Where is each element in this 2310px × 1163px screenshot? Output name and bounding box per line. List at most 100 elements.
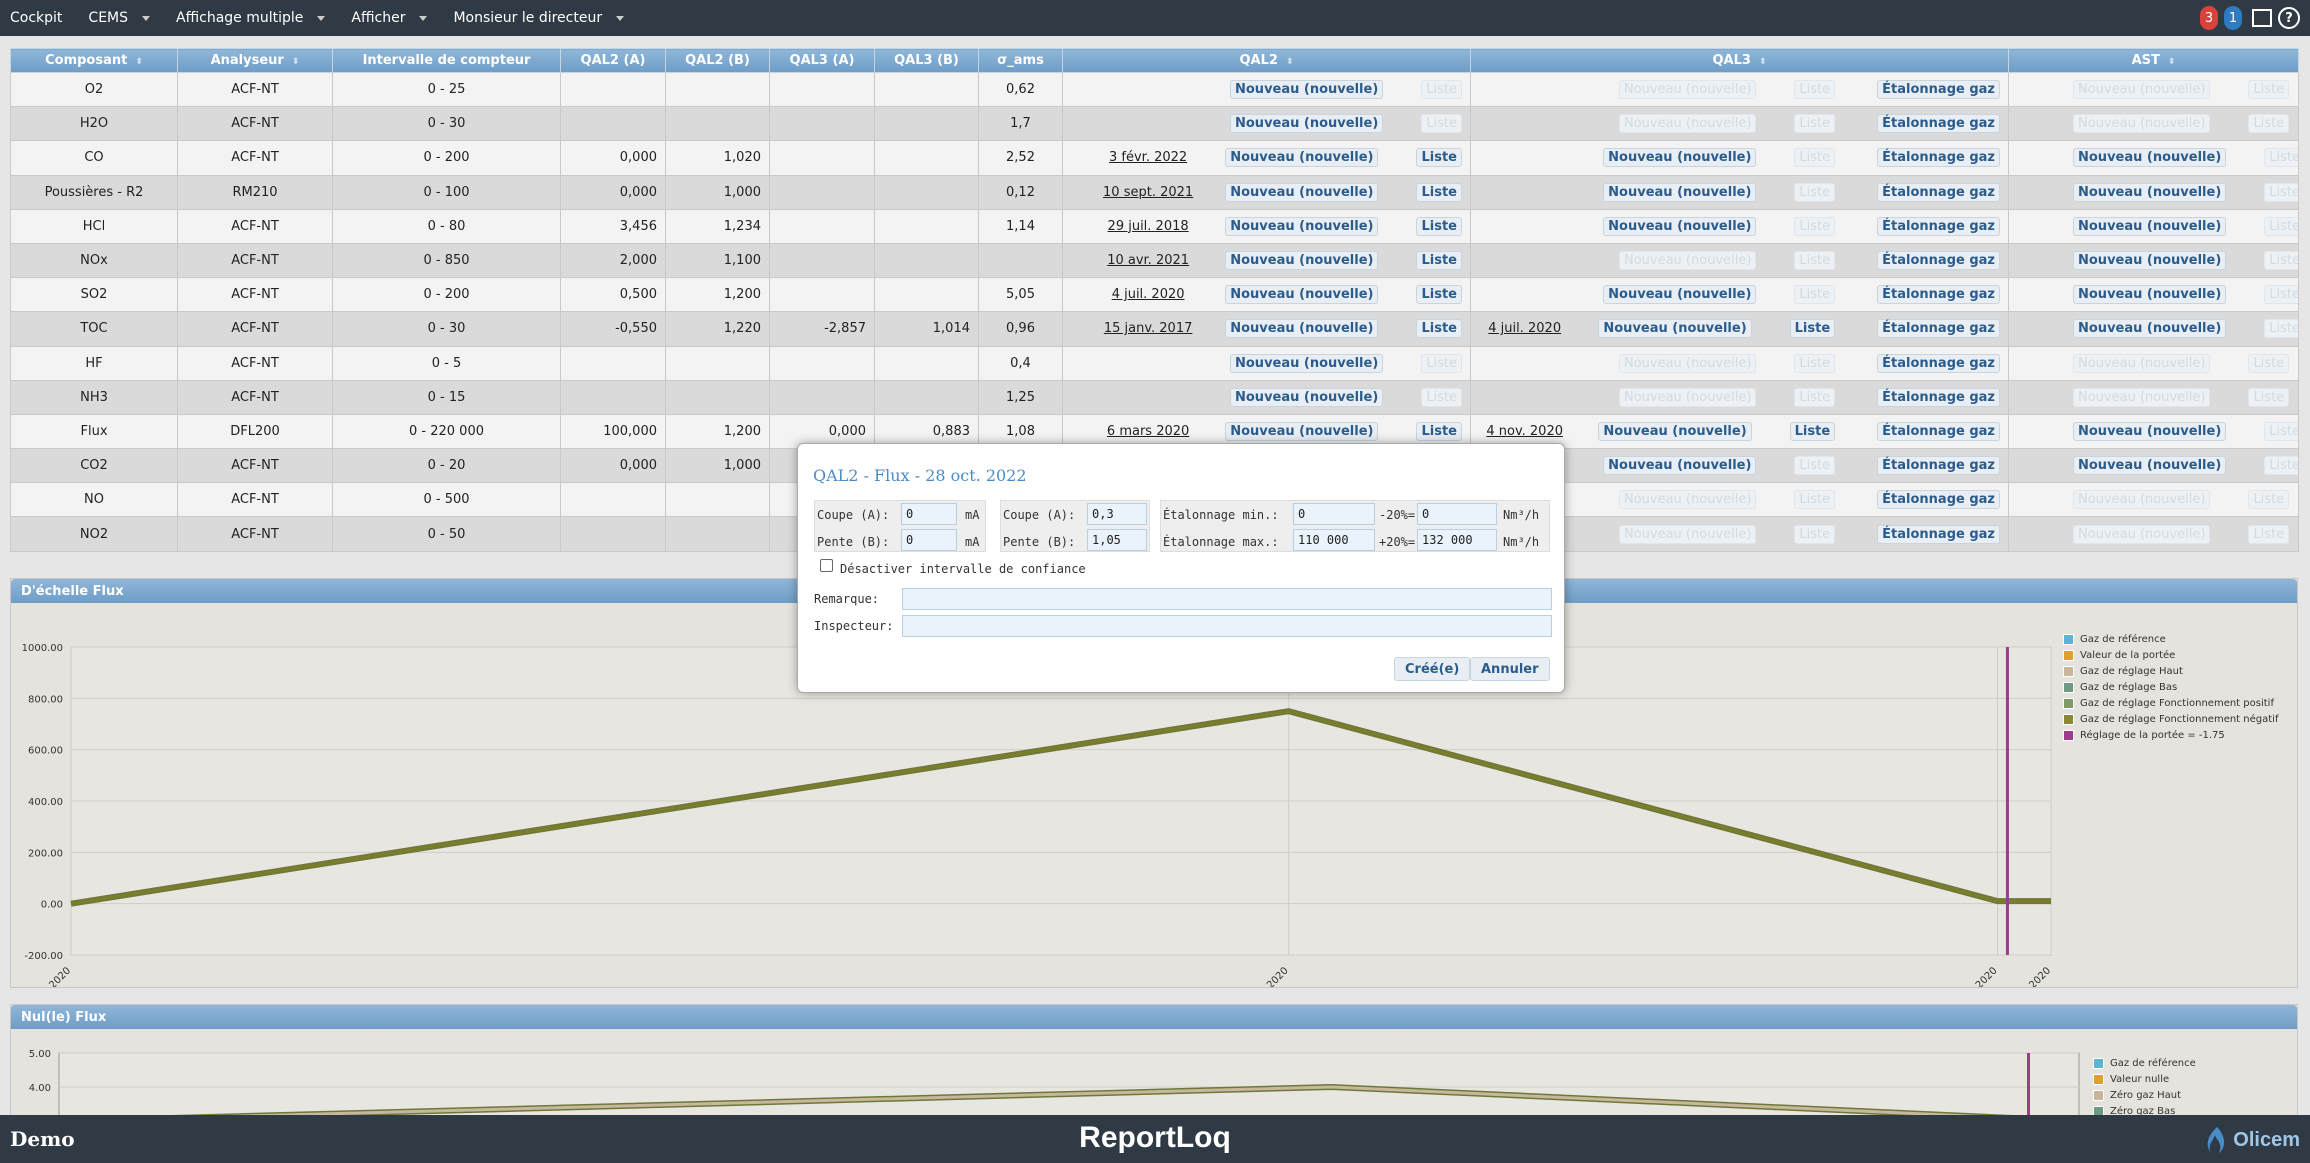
gas-calibration-button[interactable]: Étalonnage gaz	[1877, 182, 2000, 202]
qal2-list-button[interactable]: Liste	[1416, 251, 1462, 271]
qal2-new-button[interactable]: Nouveau (nouvelle)	[1230, 114, 1384, 134]
qal3-date-link[interactable]: 4 nov. 2020	[1479, 424, 1570, 439]
legend-item[interactable]: Valeur nulle	[2093, 1071, 2196, 1087]
ast-new-button[interactable]: Nouveau (nouvelle)	[2073, 319, 2227, 339]
qal3-new-button[interactable]: Nouveau (nouvelle)	[1603, 285, 1757, 305]
legend-item[interactable]: Valeur de la portée	[2063, 647, 2278, 663]
ast-new-button[interactable]: Nouveau (nouvelle)	[2073, 216, 2227, 236]
gas-calibration-button[interactable]: Étalonnage gaz	[1877, 216, 2000, 236]
col-ast[interactable]: AST ⬍	[2008, 48, 2299, 73]
qal2-new-button[interactable]: Nouveau (nouvelle)	[1225, 216, 1379, 236]
qal2-list-button[interactable]: Liste	[1416, 148, 1462, 168]
qal3-new-button[interactable]: Nouveau (nouvelle)	[1598, 319, 1752, 339]
inspector-input[interactable]	[902, 615, 1552, 637]
qal2-date-link[interactable]: 15 janv. 2017	[1071, 321, 1225, 336]
legend-item[interactable]: Gaz de référence	[2093, 1055, 2196, 1071]
gas-calibration-button[interactable]: Étalonnage gaz	[1877, 285, 2000, 305]
qal2-date-link[interactable]: 10 avr. 2021	[1071, 253, 1225, 268]
gas-calibration-button[interactable]: Étalonnage gaz	[1877, 114, 2000, 134]
qal2-date-link[interactable]: 6 mars 2020	[1071, 424, 1225, 439]
help-icon[interactable]: ?	[2278, 7, 2300, 29]
etal-max-input[interactable]: 110 000	[1293, 529, 1375, 551]
qal2-new-button[interactable]: Nouveau (nouvelle)	[1225, 421, 1379, 441]
ast-new-button[interactable]: Nouveau (nouvelle)	[2073, 456, 2227, 476]
pente-b-input-1[interactable]: 0	[901, 529, 957, 551]
qal2-new-button[interactable]: Nouveau (nouvelle)	[1225, 182, 1379, 202]
cancel-button[interactable]: Annuler	[1470, 657, 1550, 681]
qal2-date-link[interactable]: 4 juil. 2020	[1071, 287, 1225, 302]
qal3-date-link[interactable]: 4 juil. 2020	[1479, 321, 1570, 336]
legend-label: Valeur de la portée	[2080, 649, 2176, 661]
qal3-new-button[interactable]: Nouveau (nouvelle)	[1603, 182, 1757, 202]
qal2-list-button[interactable]: Liste	[1416, 285, 1462, 305]
qal3-new-button[interactable]: Nouveau (nouvelle)	[1603, 456, 1757, 476]
qal3-new-button[interactable]: Nouveau (nouvelle)	[1603, 216, 1757, 236]
coupe-a-input-1[interactable]: 0	[901, 503, 957, 525]
notification-badge-blue[interactable]: 1	[2224, 6, 2242, 30]
qal2-list-button[interactable]: Liste	[1416, 182, 1462, 202]
legend-item[interactable]: Gaz de référence	[2063, 631, 2278, 647]
nav-item-1[interactable]: CEMS	[88, 10, 151, 26]
ast-new-button[interactable]: Nouveau (nouvelle)	[2073, 285, 2227, 305]
qal2-date-link[interactable]: 10 sept. 2021	[1071, 185, 1225, 200]
qal2-new-button[interactable]: Nouveau (nouvelle)	[1225, 148, 1379, 168]
qal2-new-button[interactable]: Nouveau (nouvelle)	[1230, 80, 1384, 100]
pente-b-input-2[interactable]: 1,05	[1087, 529, 1147, 551]
gas-calibration-button[interactable]: Étalonnage gaz	[1877, 387, 2000, 407]
ast-new-button[interactable]: Nouveau (nouvelle)	[2073, 148, 2227, 168]
gas-calibration-button[interactable]: Étalonnage gaz	[1877, 251, 2000, 271]
qal3-new-button[interactable]: Nouveau (nouvelle)	[1598, 421, 1752, 441]
nav-item-4[interactable]: Monsieur le directeur	[453, 10, 625, 26]
create-button[interactable]: Créé(e)	[1394, 657, 1471, 681]
remark-input[interactable]	[902, 588, 1552, 610]
ast-new-button[interactable]: Nouveau (nouvelle)	[2073, 182, 2227, 202]
legend-item[interactable]: Zéro gaz Haut	[2093, 1087, 2196, 1103]
qal2-date-link[interactable]: 29 juil. 2018	[1071, 219, 1225, 234]
qal2-actions: Nouveau (nouvelle) Liste	[1071, 114, 1462, 134]
max20-input[interactable]: 132 000	[1417, 529, 1497, 551]
qal3-new-button[interactable]: Nouveau (nouvelle)	[1603, 148, 1757, 168]
gas-calibration-button[interactable]: Étalonnage gaz	[1877, 319, 2000, 339]
etal-min-input[interactable]: 0	[1293, 503, 1375, 525]
qal2-new-button[interactable]: Nouveau (nouvelle)	[1225, 251, 1379, 271]
legend-item[interactable]: Gaz de réglage Fonctionnement négatif	[2063, 711, 2278, 727]
legend-item[interactable]: Gaz de réglage Fonctionnement positif	[2063, 695, 2278, 711]
col-qal3[interactable]: QAL3 ⬍	[1470, 48, 2009, 73]
nav-item-0[interactable]: Cockpit	[10, 10, 62, 26]
qal2-new-button[interactable]: Nouveau (nouvelle)	[1225, 319, 1379, 339]
legend-item[interactable]: Réglage de la portée = -1.75	[2063, 727, 2278, 743]
legend-item[interactable]: Gaz de réglage Bas	[2063, 679, 2278, 695]
gas-calibration-button[interactable]: Étalonnage gaz	[1877, 524, 2000, 544]
qal3-list-button[interactable]: Liste	[1789, 319, 1836, 339]
notification-badge-red[interactable]: 3	[2200, 6, 2218, 30]
qal2-new-button[interactable]: Nouveau (nouvelle)	[1230, 353, 1384, 373]
qal2-list-button[interactable]: Liste	[1416, 319, 1462, 339]
gas-calibration-button[interactable]: Étalonnage gaz	[1877, 80, 2000, 100]
qal2-new-button[interactable]: Nouveau (nouvelle)	[1225, 285, 1379, 305]
col-qal2[interactable]: QAL2 ⬍	[1062, 48, 1471, 73]
disable-confidence-checkbox[interactable]	[820, 559, 833, 572]
qal2-list-button[interactable]: Liste	[1416, 421, 1462, 441]
gas-calibration-button[interactable]: Étalonnage gaz	[1877, 148, 2000, 168]
qal2-date-link[interactable]: 3 févr. 2022	[1071, 150, 1225, 165]
gas-calibration-button[interactable]: Étalonnage gaz	[1877, 490, 2000, 510]
qal2-list-button[interactable]: Liste	[1416, 216, 1462, 236]
cell-ast-actions: Nouveau (nouvelle) Liste	[2008, 140, 2299, 176]
qal3-list-button[interactable]: Liste	[1789, 421, 1836, 441]
fullscreen-icon[interactable]	[2252, 9, 2272, 27]
min20-input[interactable]: 0	[1417, 503, 1497, 525]
gas-calibration-button[interactable]: Étalonnage gaz	[1877, 456, 2000, 476]
ast-new-button[interactable]: Nouveau (nouvelle)	[2073, 251, 2227, 271]
col-analyseur[interactable]: Analyseur ⬍	[177, 48, 333, 73]
legend-item[interactable]: Gaz de réglage Haut	[2063, 663, 2278, 679]
col-composant[interactable]: Composant ⬍	[10, 48, 178, 73]
nav-item-3[interactable]: Afficher	[351, 10, 428, 26]
qal2-new-button[interactable]: Nouveau (nouvelle)	[1230, 387, 1384, 407]
gas-calibration-button[interactable]: Étalonnage gaz	[1877, 421, 2000, 441]
gas-calibration-button[interactable]: Étalonnage gaz	[1877, 353, 2000, 373]
nav-item-2[interactable]: Affichage multiple	[176, 10, 326, 26]
qal3-list-button: Liste	[1794, 387, 1836, 407]
ast-new-button[interactable]: Nouveau (nouvelle)	[2073, 421, 2227, 441]
x-tick-label: 04-11-2020	[2004, 965, 2053, 987]
coupe-a-input-2[interactable]: 0,3	[1087, 503, 1147, 525]
